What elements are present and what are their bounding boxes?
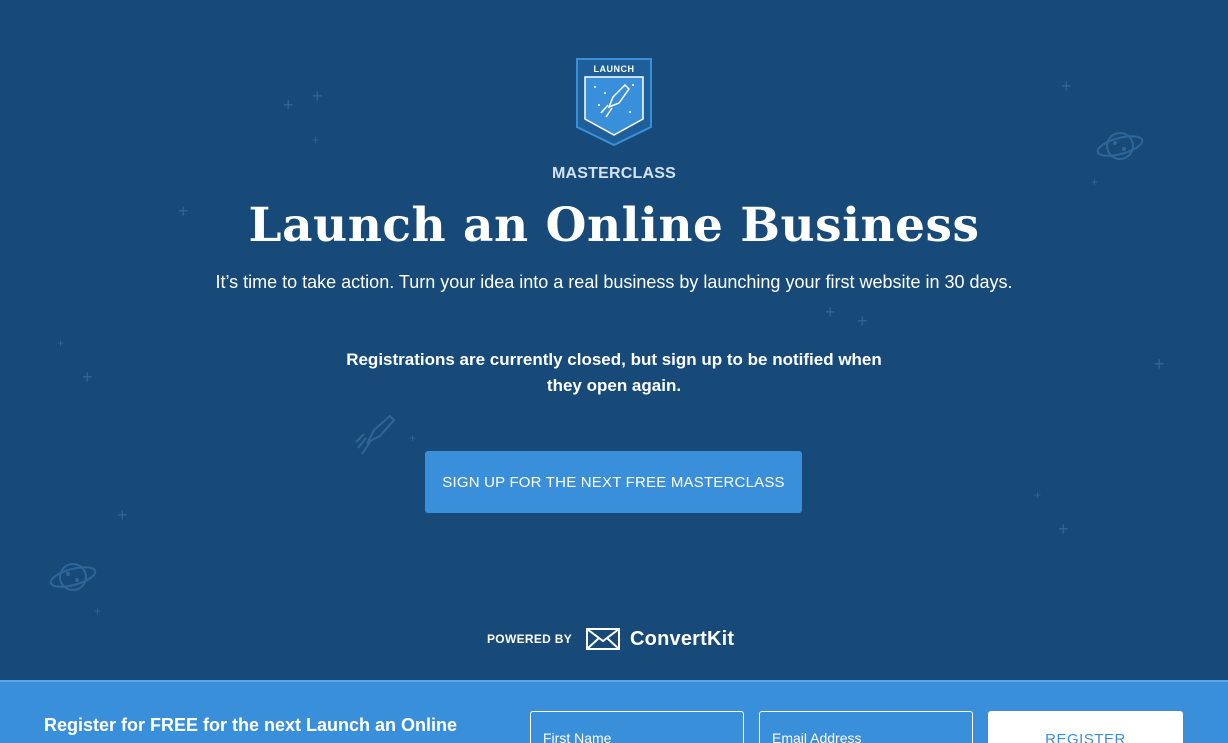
hero-section: + + + + + + + + + + + + + + + + LAUNCH M…	[0, 0, 1228, 680]
eyebrow-label: MASTERCLASS	[552, 165, 676, 182]
email-field[interactable]	[759, 711, 973, 743]
page-title: Launch an Online Business	[248, 198, 980, 253]
powered-by[interactable]: POWERED BY ConvertKit	[487, 624, 734, 654]
rocket-icon	[355, 414, 396, 455]
star-icon: +	[82, 367, 93, 387]
star-icon: +	[94, 604, 102, 618]
convertkit-brand: ConvertKit	[630, 627, 735, 650]
planet-icon	[49, 563, 97, 591]
registration-notice: Registrations are currently closed, but …	[346, 350, 882, 395]
star-icon: +	[1058, 519, 1069, 539]
convertkit-logo-icon	[586, 628, 621, 650]
star-icon: +	[1061, 76, 1072, 96]
badge-label: LAUNCH	[593, 64, 635, 74]
register-bar: Register for FREE for the next Launch an…	[0, 680, 1228, 743]
star-icon: +	[117, 505, 128, 525]
page-subtitle: It’s time to take action. Turn your idea…	[215, 272, 1013, 292]
star-icon: +	[825, 302, 836, 322]
sign-up-button[interactable]: SIGN UP FOR THE NEXT FREE MASTERCLASS	[425, 451, 802, 513]
star-icon: +	[1154, 354, 1165, 374]
star-icon: +	[283, 95, 294, 115]
star-icon: +	[409, 431, 417, 445]
powered-by-label: POWERED BY	[487, 632, 573, 646]
star-icon: +	[1034, 488, 1042, 502]
register-button[interactable]: REGISTER	[988, 711, 1183, 743]
first-name-field[interactable]	[530, 711, 744, 743]
star-icon: +	[857, 311, 868, 331]
register-bar-text: Register for FREE for the next Launch an…	[44, 715, 458, 743]
launch-badge: LAUNCH	[575, 57, 653, 147]
star-icon: +	[312, 86, 323, 106]
star-icon: +	[57, 336, 65, 350]
star-icon: +	[312, 133, 320, 147]
planet-icon	[1096, 132, 1144, 160]
